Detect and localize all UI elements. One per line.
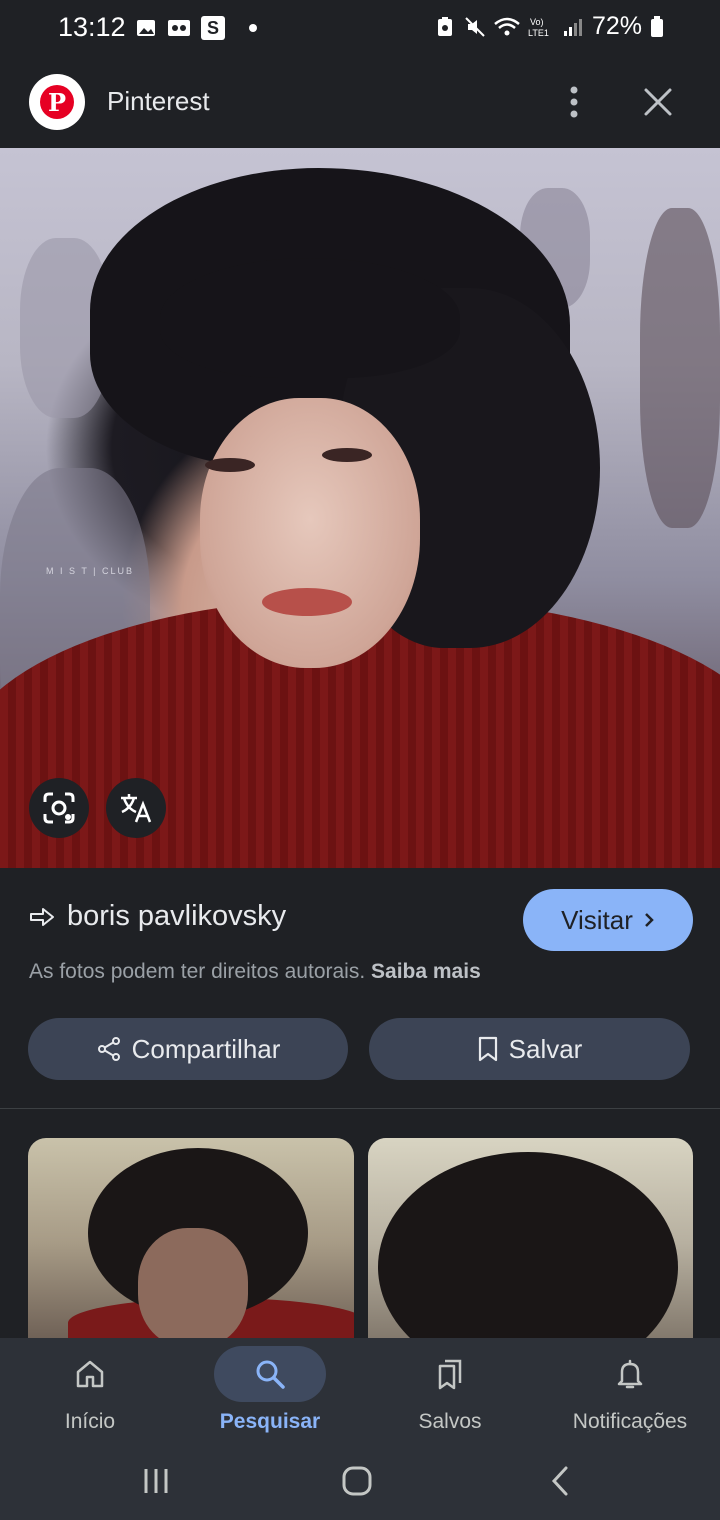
google-lens-button[interactable] bbox=[29, 778, 89, 838]
visit-button[interactable]: Visitar bbox=[523, 889, 693, 951]
svg-text:LTE1: LTE1 bbox=[528, 28, 549, 38]
signal-icon bbox=[563, 18, 582, 36]
bell-icon bbox=[617, 1359, 643, 1389]
app-title: Pinterest bbox=[107, 86, 210, 116]
home-button[interactable] bbox=[327, 1458, 387, 1504]
image-watermark: M I S T | CLUB bbox=[46, 566, 135, 576]
gallery-icon bbox=[137, 20, 155, 36]
nav-icon-container bbox=[394, 1346, 506, 1402]
home-icon bbox=[76, 1360, 104, 1388]
chevron-right-icon bbox=[645, 913, 654, 927]
eye bbox=[322, 448, 372, 462]
related-image[interactable] bbox=[28, 1138, 354, 1348]
copyright-notice: As fotos podem ter direitos autorais. Sa… bbox=[29, 960, 481, 984]
eye bbox=[205, 458, 255, 472]
source-row[interactable]: boris pavlikovsky bbox=[29, 900, 286, 933]
home-circle-icon bbox=[342, 1466, 372, 1496]
save-button[interactable]: Salvar bbox=[369, 1018, 690, 1080]
visit-button-label: Visitar bbox=[561, 904, 633, 935]
nav-label: Notificações bbox=[572, 1410, 688, 1433]
learn-more-link[interactable]: Saiba mais bbox=[371, 960, 481, 983]
lips bbox=[262, 588, 352, 616]
nav-label: Pesquisar bbox=[219, 1410, 321, 1433]
share-icon bbox=[97, 1037, 120, 1061]
nav-item-pesquisar[interactable]: Pesquisar bbox=[180, 1338, 360, 1448]
nav-item-inicio[interactable]: Início bbox=[0, 1338, 180, 1448]
svg-text:Vo): Vo) bbox=[530, 17, 544, 27]
nav-icon-container bbox=[214, 1346, 326, 1402]
s-app-icon: S bbox=[201, 16, 225, 40]
pinterest-logo: P bbox=[29, 74, 85, 130]
battery-icon bbox=[651, 15, 663, 37]
status-time: 13:12 bbox=[58, 12, 126, 42]
share-button-label: Compartilhar bbox=[131, 1033, 281, 1064]
close-icon[interactable] bbox=[640, 84, 676, 120]
nav-icon-container bbox=[34, 1346, 146, 1402]
status-bar: 13:12 S Vo) LTE1 72% bbox=[0, 0, 720, 58]
recent-apps-button[interactable] bbox=[126, 1458, 186, 1504]
status-notification-icons: S bbox=[135, 16, 257, 40]
search-icon bbox=[256, 1360, 285, 1389]
main-image[interactable]: M I S T | CLUB bbox=[0, 148, 720, 868]
nav-label: Salvos bbox=[418, 1410, 482, 1433]
nav-item-notificacoes[interactable]: Notificações bbox=[540, 1338, 720, 1448]
bookmark-icon bbox=[478, 1036, 497, 1062]
battery-saver-icon bbox=[437, 16, 452, 36]
result-title: boris pavlikovsky bbox=[67, 900, 287, 932]
nav-icon-container bbox=[574, 1346, 686, 1402]
status-right-icons: Vo) LTE1 72% bbox=[434, 12, 664, 41]
more-options-icon[interactable] bbox=[560, 84, 588, 120]
volte-icon: Vo)LTE1 bbox=[528, 17, 549, 38]
save-button-label: Salvar bbox=[508, 1033, 583, 1064]
nav-label: Início bbox=[64, 1410, 116, 1433]
bookmarks-icon bbox=[438, 1359, 462, 1390]
hair-fringe bbox=[160, 258, 460, 378]
mute-icon bbox=[465, 16, 485, 37]
face bbox=[200, 398, 420, 668]
wifi-icon bbox=[494, 17, 520, 35]
lens-icon bbox=[43, 792, 75, 824]
share-button[interactable]: Compartilhar bbox=[28, 1018, 348, 1080]
recent-apps-icon bbox=[144, 1469, 168, 1493]
pinterest-logo-letter: P bbox=[40, 85, 74, 119]
voicemail-icon bbox=[168, 20, 190, 36]
translate-button[interactable] bbox=[106, 778, 166, 838]
hair bbox=[378, 1152, 678, 1348]
battery-percentage: 72% bbox=[591, 12, 642, 40]
back-chevron-icon bbox=[551, 1466, 568, 1496]
nav-item-salvos[interactable]: Salvos bbox=[360, 1338, 540, 1448]
dot-icon bbox=[249, 24, 257, 32]
background-figure bbox=[640, 208, 720, 528]
divider bbox=[0, 1108, 720, 1109]
face bbox=[138, 1228, 248, 1348]
translate-icon bbox=[121, 794, 152, 823]
back-button[interactable] bbox=[530, 1458, 590, 1504]
copyright-text: As fotos podem ter direitos autorais. bbox=[29, 960, 366, 983]
arrow-right-icon bbox=[30, 907, 54, 926]
related-image[interactable] bbox=[368, 1138, 693, 1348]
